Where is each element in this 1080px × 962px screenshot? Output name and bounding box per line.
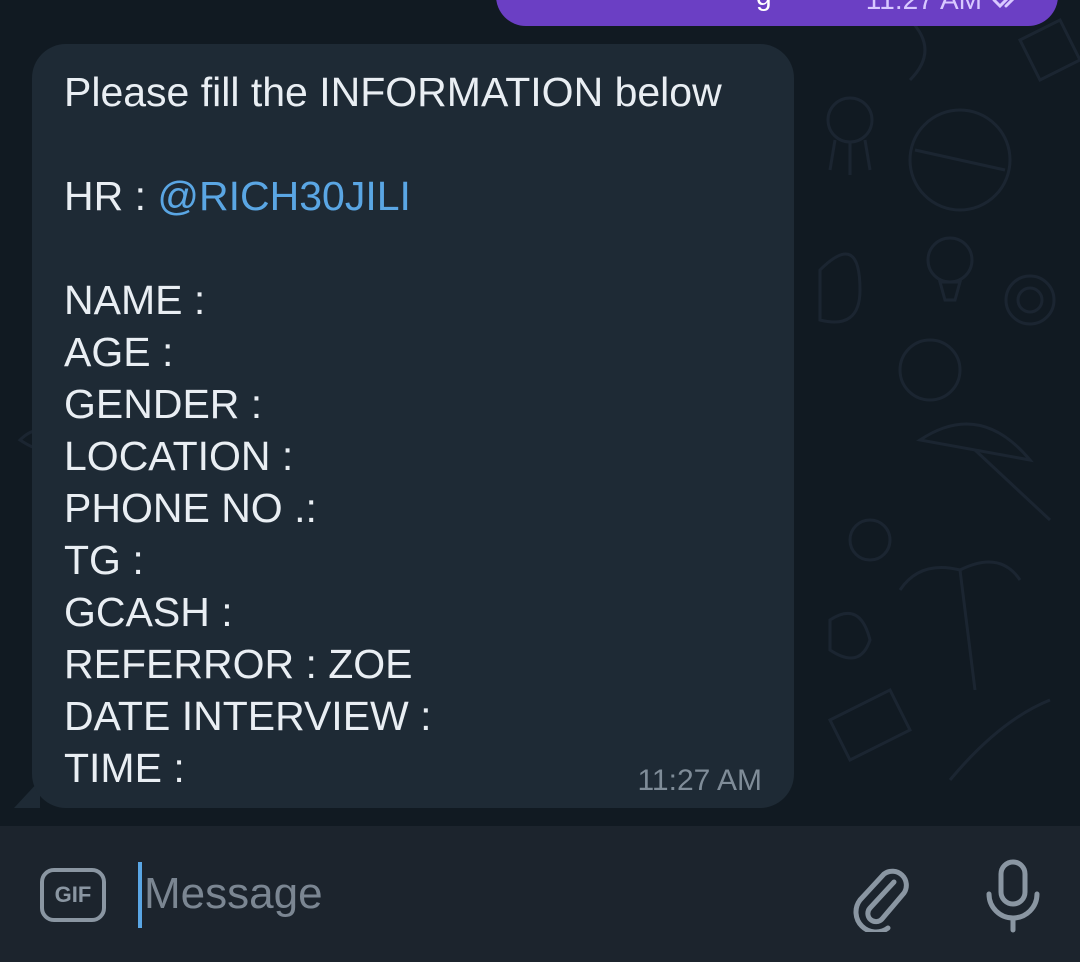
outgoing-message-text: g xyxy=(756,0,772,12)
incoming-message-bubble[interactable]: Please fill the INFORMATION below HR : @… xyxy=(32,44,794,808)
message-input[interactable] xyxy=(144,858,824,930)
message-composer: GIF xyxy=(0,826,1080,962)
outgoing-message-meta: 11:27 AM xyxy=(866,0,1026,16)
form-field-phone: PHONE NO .: xyxy=(64,485,317,531)
double-check-icon xyxy=(992,0,1015,9)
hr-label: HR : xyxy=(64,173,158,219)
outgoing-message-time: 11:27 AM xyxy=(866,0,982,16)
form-field-date-interview: DATE INTERVIEW : xyxy=(64,693,432,739)
form-field-tg: TG : xyxy=(64,537,144,583)
form-field-location: LOCATION : xyxy=(64,433,294,479)
microphone-icon[interactable] xyxy=(980,858,1046,934)
form-field-age: AGE : xyxy=(64,329,174,375)
chat-area[interactable]: g 11:27 AM Please fill the INFORMATION b… xyxy=(0,0,1080,826)
incoming-message-time: 11:27 AM xyxy=(637,764,762,797)
text-cursor xyxy=(138,862,142,928)
paperclip-icon[interactable] xyxy=(850,860,916,932)
hr-mention-link[interactable]: @RICH30JILI xyxy=(157,173,411,219)
message-hr-line: HR : @RICH30JILI xyxy=(64,170,762,222)
form-field-referror: REFERROR : ZOE xyxy=(64,641,413,687)
message-intro: Please fill the INFORMATION below xyxy=(64,69,722,115)
gif-button[interactable]: GIF xyxy=(40,868,106,922)
outgoing-message-bubble[interactable]: g 11:27 AM xyxy=(496,0,1058,26)
form-field-name: NAME : xyxy=(64,277,206,323)
form-field-gcash: GCASH : xyxy=(64,589,233,635)
form-field-gender: GENDER : xyxy=(64,381,263,427)
